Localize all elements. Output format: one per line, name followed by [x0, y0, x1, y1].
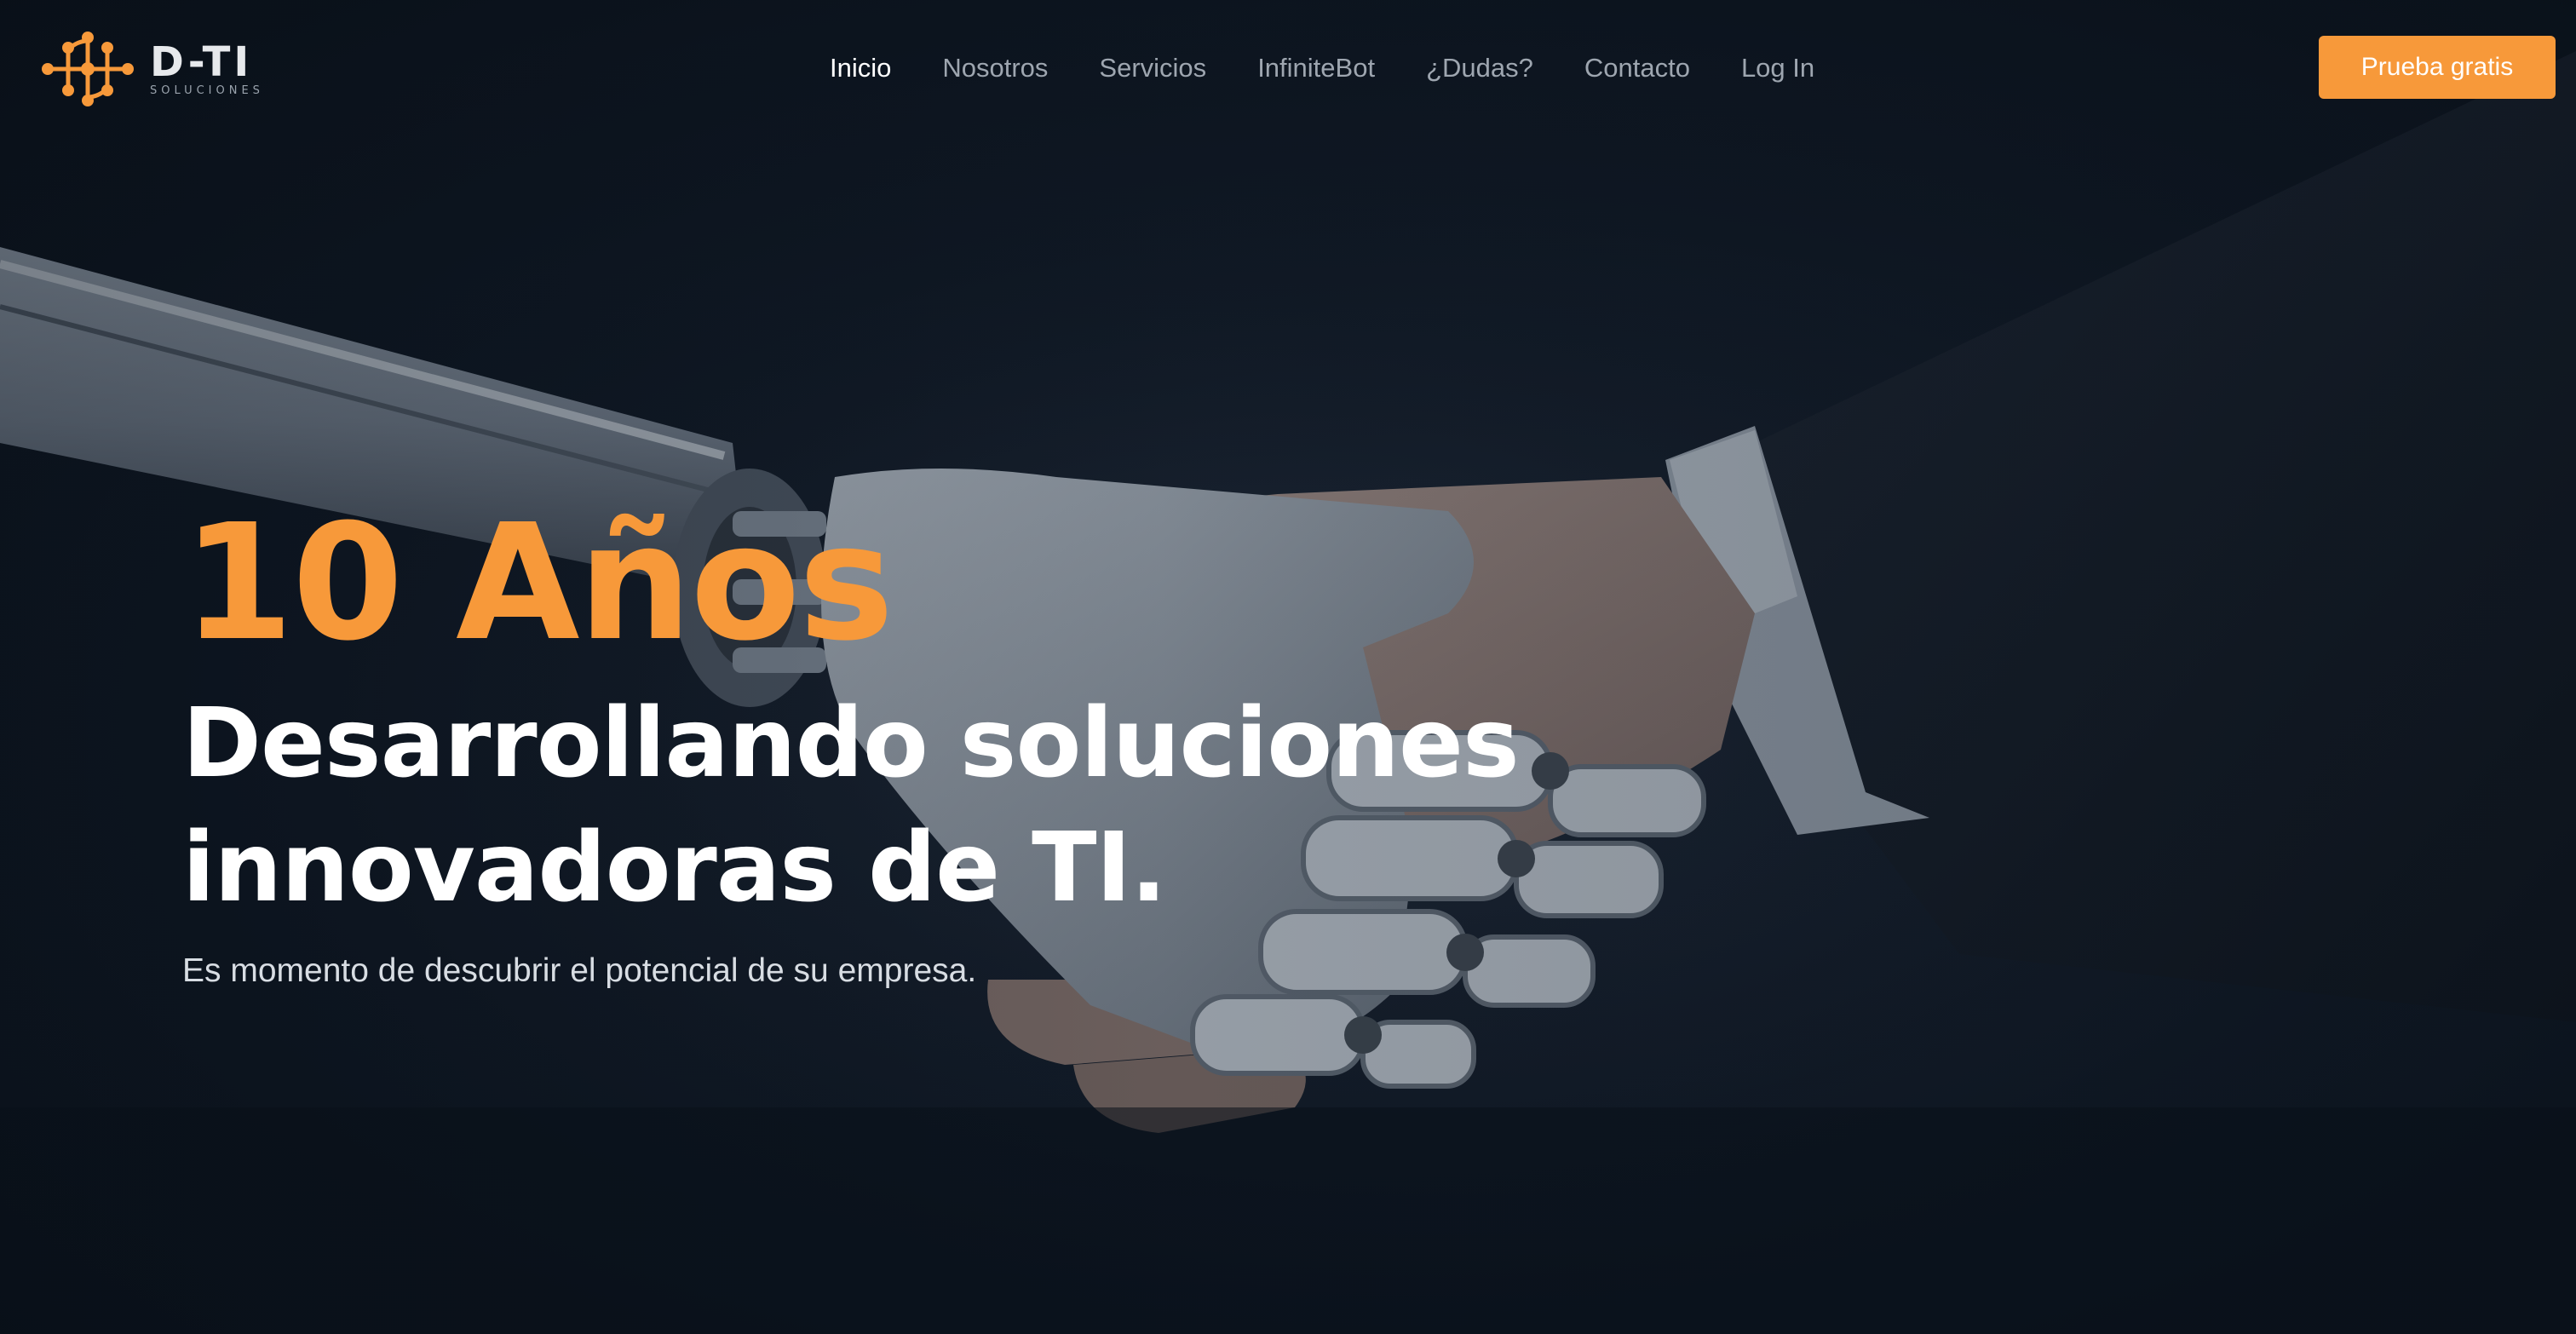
nav-item-servicios[interactable]: Servicios — [1099, 53, 1206, 83]
nav-item-nosotros[interactable]: Nosotros — [942, 53, 1048, 83]
site-header: D-TI SOLUCIONES Inicio Nosotros Servicio… — [0, 0, 2576, 136]
nav-item-dudas[interactable]: ¿Dudas? — [1426, 53, 1533, 83]
brand-tagline: SOLUCIONES — [150, 84, 264, 97]
nav-item-infinitebot[interactable]: InfiniteBot — [1257, 53, 1375, 83]
landing-page: D-TI SOLUCIONES Inicio Nosotros Servicio… — [0, 0, 2576, 1334]
main-nav: Inicio Nosotros Servicios InfiniteBot ¿D… — [830, 43, 1814, 94]
free-trial-button[interactable]: Prueba gratis — [2319, 36, 2556, 99]
nav-item-inicio[interactable]: Inicio — [830, 53, 891, 83]
brand-name: D-TI — [150, 38, 253, 86]
brand-logo[interactable]: D-TI SOLUCIONES — [41, 31, 296, 107]
hero-years-heading: 10 Años — [182, 490, 894, 676]
brand-wordmark: D-TI SOLUCIONES — [150, 40, 264, 98]
circuit-dots-icon — [42, 32, 134, 106]
hero-title-line-1: Desarrollando soluciones — [182, 688, 1520, 799]
hero-subtitle: Es momento de descubrir el potencial de … — [182, 952, 977, 989]
hero-section: 10 Años Desarrollando soluciones innovad… — [182, 494, 1630, 993]
hero-title: Desarrollando soluciones innovadoras de … — [182, 681, 1630, 930]
hero-title-line-2: innovadoras de TI. — [182, 813, 1167, 923]
nav-item-contacto[interactable]: Contacto — [1584, 53, 1690, 83]
nav-item-login[interactable]: Log In — [1741, 53, 1814, 83]
